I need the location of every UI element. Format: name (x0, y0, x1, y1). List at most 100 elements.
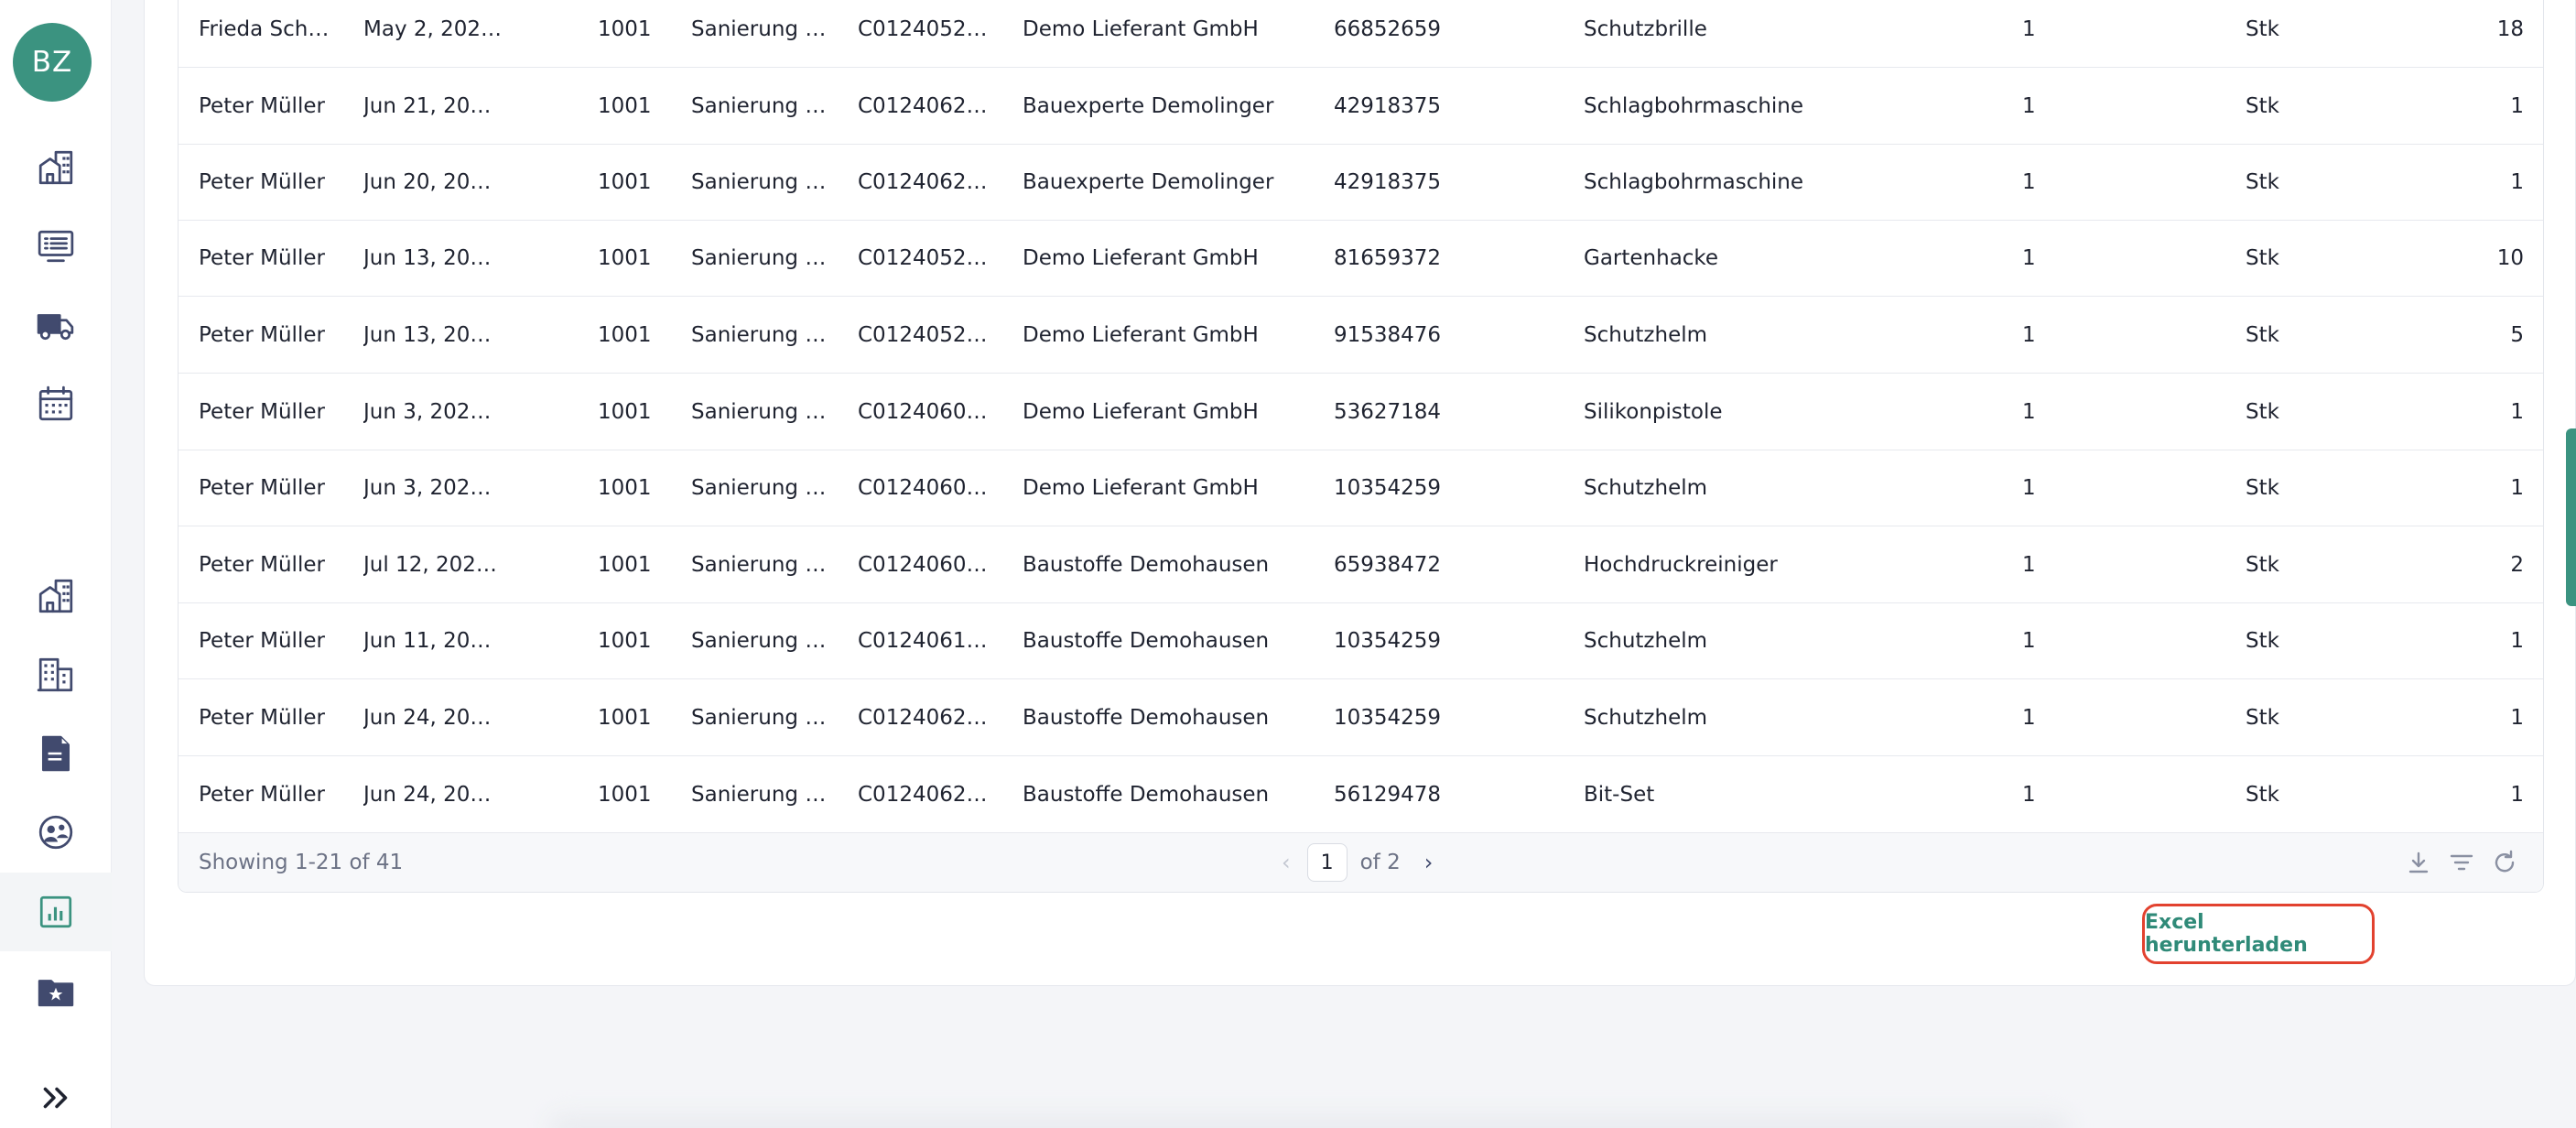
support-agent-icon (38, 815, 73, 850)
col-name: Peter Müller (199, 628, 325, 653)
table-row[interactable]: Peter Müller Jun 3, 202… 1001 Sanierung … C0… (179, 374, 2543, 450)
col-date: Jun 3, 202… (363, 399, 492, 424)
col-date: Jun 13, 20… (363, 245, 492, 270)
col-article: Silikonpistole (1584, 399, 1723, 424)
table-row[interactable]: Peter Müller Jul 12, 202… 1001 Sanierung … C… (179, 526, 2543, 603)
col-unit: Stk (2246, 552, 2279, 577)
table-row[interactable]: Peter Müller Jun 13, 20… 1001 Sanierung … C0… (179, 297, 2543, 374)
col-project: Sanierung … (691, 399, 827, 424)
col-unit: Stk (2246, 169, 2279, 194)
col-order: C0124061… (858, 628, 988, 653)
col-article: Schutzhelm (1584, 705, 1708, 730)
col-amount: 1 (2510, 475, 2524, 500)
col-name: Peter Müller (199, 169, 325, 194)
col-quantity: 1 (2022, 705, 2036, 730)
nav-deliveries[interactable] (0, 286, 112, 364)
col-quantity: 1 (2022, 552, 2036, 577)
nav-documents[interactable] (0, 714, 112, 793)
col-cost-center: 1001 (598, 475, 652, 500)
next-page-button[interactable]: › (1424, 850, 1434, 875)
download-button[interactable] (2404, 848, 2433, 877)
col-quantity: 1 (2022, 782, 2036, 807)
col-date: Jun 24, 20… (363, 782, 492, 807)
col-quantity: 1 (2022, 475, 2036, 500)
excel-download-button[interactable]: Excel herunterladen (2142, 904, 2375, 964)
col-unit: Stk (2246, 16, 2279, 41)
col-name: Peter Müller (199, 782, 325, 807)
col-supplier: Demo Lieferant GmbH (1023, 245, 1259, 270)
avatar[interactable]: BZ (13, 23, 92, 102)
table-row[interactable]: Peter Müller Jun 21, 20… 1001 Sanierung … C0… (179, 68, 2543, 145)
nav-companies[interactable] (0, 635, 112, 714)
col-unit: Stk (2246, 399, 2279, 424)
col-project: Sanierung … (691, 552, 827, 577)
col-date: Jul 12, 202… (363, 552, 497, 577)
col-supplier: Bauexperte Demolinger (1023, 93, 1274, 118)
col-project: Sanierung … (691, 93, 827, 118)
col-article: Hochdruckreiniger (1584, 552, 1778, 577)
col-article-no: 10354259 (1334, 475, 1442, 500)
col-cost-center: 1001 (598, 322, 652, 347)
col-project: Sanierung … (691, 169, 827, 194)
col-date: Jun 21, 20… (363, 93, 492, 118)
col-article-no: 42918375 (1334, 93, 1442, 118)
building-home-icon (38, 579, 73, 613)
bottom-shadow (549, 1115, 2069, 1128)
scrollbar[interactable] (2566, 428, 2576, 606)
col-article: Schutzhelm (1584, 475, 1708, 500)
col-unit: Stk (2246, 782, 2279, 807)
nav-reports[interactable] (0, 873, 112, 951)
col-name: Peter Müller (199, 322, 325, 347)
table-row[interactable]: Peter Müller Jun 13, 20… 1001 Sanierung … C0… (179, 220, 2543, 297)
filter-button[interactable] (2447, 848, 2476, 877)
col-amount: 2 (2510, 552, 2524, 577)
table-row[interactable]: Peter Müller Jun 3, 202… 1001 Sanierung … C0… (179, 450, 2543, 526)
col-unit: Stk (2246, 628, 2279, 653)
nav-buildings-home-2[interactable] (0, 557, 112, 635)
col-project: Sanierung … (691, 16, 827, 41)
expand-sidebar-button[interactable] (0, 1058, 112, 1128)
col-supplier: Bauexperte Demolinger (1023, 169, 1274, 194)
col-name: Peter Müller (199, 245, 325, 270)
col-unit: Stk (2246, 245, 2279, 270)
col-amount: 1 (2510, 782, 2524, 807)
col-article: Schlagbohrmaschine (1584, 93, 1804, 118)
col-quantity: 1 (2022, 628, 2036, 653)
col-article-no: 65938472 (1334, 552, 1442, 577)
nav-calendar[interactable] (0, 364, 112, 443)
calendar-icon (38, 385, 73, 421)
col-project: Sanierung … (691, 782, 827, 807)
prev-page-button[interactable]: ‹ (1282, 850, 1291, 875)
col-date: May 2, 202… (363, 16, 501, 41)
list-board-icon (38, 230, 74, 263)
filter-icon (2450, 854, 2473, 871)
col-order: C0124062… (858, 93, 988, 118)
page-number-input[interactable]: 1 (1306, 843, 1348, 882)
document-icon (41, 735, 70, 772)
col-cost-center: 1001 (598, 16, 652, 41)
table-row[interactable]: Peter Müller Jun 24, 20… 1001 Sanierung … C0… (179, 756, 2543, 833)
table-row[interactable]: Peter Müller Jun 20, 20… 1001 Sanierung … C0… (179, 144, 2543, 221)
col-amount: 18 (2496, 16, 2524, 41)
download-icon (2408, 851, 2429, 873)
col-amount: 10 (2496, 245, 2524, 270)
nav-list-board[interactable] (0, 207, 112, 286)
table-row[interactable]: Frieda Sch… May 2, 202… 1001 Sanierung … C01… (179, 0, 2543, 68)
nav-favorites-folder[interactable] (0, 952, 112, 1031)
nav-support[interactable] (0, 793, 112, 872)
col-article-no: 66852659 (1334, 16, 1442, 41)
col-quantity: 1 (2022, 169, 2036, 194)
refresh-button[interactable] (2490, 848, 2519, 877)
col-article-no: 42918375 (1334, 169, 1442, 194)
col-order: C0124052… (858, 322, 988, 347)
col-cost-center: 1001 (598, 782, 652, 807)
col-name: Frieda Sch… (199, 16, 330, 41)
col-project: Sanierung … (691, 322, 827, 347)
col-article: Schutzhelm (1584, 628, 1708, 653)
table-row[interactable]: Peter Müller Jun 11, 20… 1001 Sanierung … C0… (179, 602, 2543, 679)
col-supplier: Demo Lieferant GmbH (1023, 16, 1259, 41)
nav-buildings-home[interactable] (0, 128, 112, 207)
table-row[interactable]: Peter Müller Jun 24, 20… 1001 Sanierung … C0… (179, 679, 2543, 756)
expand-chevrons-icon (43, 1087, 68, 1109)
office-building-icon (37, 657, 73, 692)
